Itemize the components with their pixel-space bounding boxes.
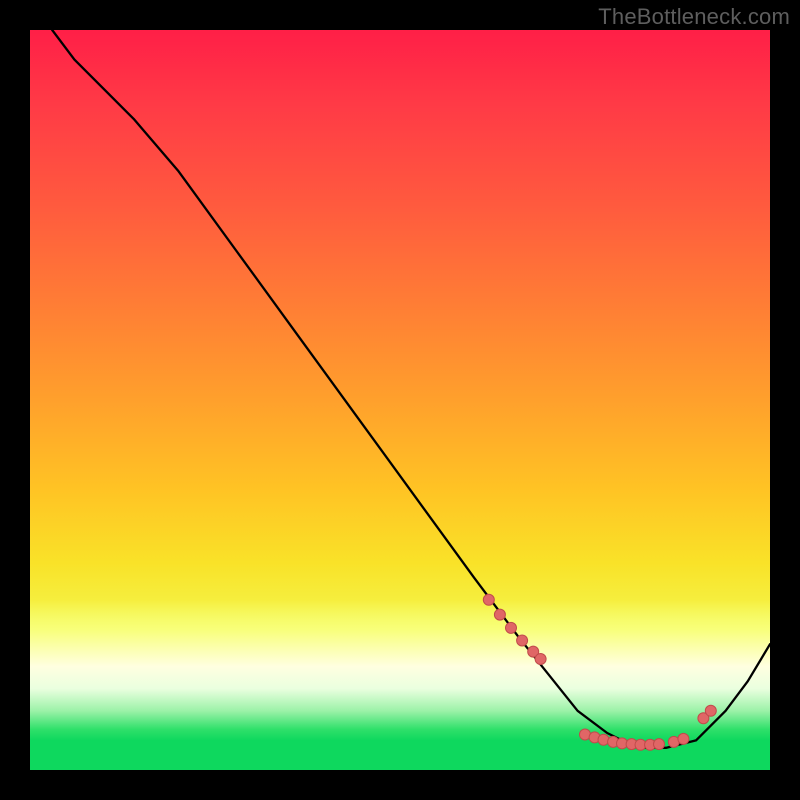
watermark-text: TheBottleneck.com [598,4,790,30]
highlight-dot [506,622,517,633]
highlight-dot [483,594,494,605]
highlight-dot [535,654,546,665]
highlight-dot [517,635,528,646]
highlight-dot [654,739,665,750]
plot-area [30,30,770,770]
highlight-dots [30,30,770,770]
chart-frame: TheBottleneck.com [0,0,800,800]
highlight-dot [705,705,716,716]
highlight-dot [494,609,505,620]
highlight-dot [678,733,689,744]
